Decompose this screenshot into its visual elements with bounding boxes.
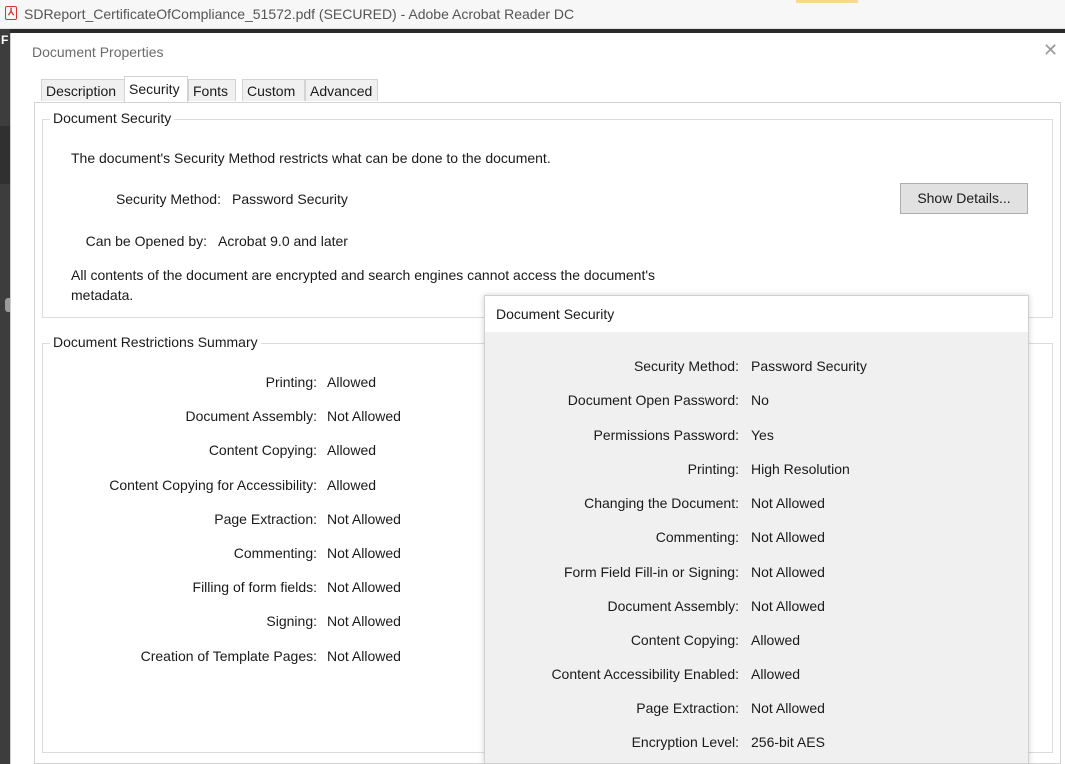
popup-row-value: Password Security bbox=[751, 358, 867, 374]
restriction-label: Page Extraction: bbox=[214, 511, 317, 527]
security-intro-text: The document's Security Method restricts… bbox=[71, 150, 551, 166]
restriction-label: Creation of Template Pages: bbox=[140, 648, 317, 664]
popup-row-value: Not Allowed bbox=[751, 529, 825, 545]
tab-description[interactable]: Description bbox=[41, 79, 127, 101]
security-method-label: Security Method: bbox=[115, 191, 221, 207]
close-icon[interactable]: ✕ bbox=[1043, 40, 1058, 61]
app-title: SDReport_CertificateOfCompliance_51572.p… bbox=[24, 6, 575, 22]
popup-row-label: Printing: bbox=[687, 461, 739, 477]
restriction-label: Content Copying: bbox=[208, 442, 317, 458]
document-security-legend: Document Security bbox=[50, 110, 175, 126]
restriction-label: Commenting: bbox=[233, 545, 317, 561]
restriction-label: Printing: bbox=[265, 374, 317, 390]
title-accent bbox=[796, 0, 858, 3]
dialog-title: Document Properties bbox=[32, 44, 164, 60]
menu-letter: F bbox=[1, 33, 9, 47]
popup-row-value: Allowed bbox=[751, 632, 801, 648]
popup-title: Document Security bbox=[496, 306, 615, 322]
opened-by-label: Can be Opened by: bbox=[85, 233, 207, 249]
popup-row-label: Page Extraction: bbox=[636, 700, 739, 716]
app-title-bar: ⅄ SDReport_CertificateOfCompliance_51572… bbox=[0, 0, 1065, 29]
popup-header: Document Security bbox=[485, 296, 1028, 332]
app-left-strip: F bbox=[0, 29, 10, 764]
encryption-note-line2: metadata. bbox=[71, 287, 134, 303]
restriction-value: Not Allowed bbox=[327, 648, 401, 664]
document-security-popup: Document Security Security Method: Passw… bbox=[484, 295, 1029, 764]
restriction-label: Content Copying for Accessibility: bbox=[109, 477, 317, 493]
popup-row-value: Not Allowed bbox=[751, 495, 825, 511]
restriction-label: Signing: bbox=[266, 613, 317, 629]
encryption-note-line1: All contents of the document are encrypt… bbox=[71, 267, 656, 283]
restriction-value: Allowed bbox=[327, 477, 377, 493]
restriction-value: Not Allowed bbox=[327, 545, 401, 561]
tab-security[interactable]: Security bbox=[124, 76, 188, 102]
popup-row-label: Commenting: bbox=[655, 529, 739, 545]
popup-row-label: Document Open Password: bbox=[567, 392, 739, 408]
popup-row-label: Encryption Level: bbox=[631, 734, 739, 750]
restriction-label: Filling of form fields: bbox=[192, 579, 317, 595]
opened-by-value: Acrobat 9.0 and later bbox=[218, 233, 348, 249]
restriction-value: Not Allowed bbox=[327, 408, 401, 424]
restriction-value: Not Allowed bbox=[327, 613, 401, 629]
restriction-value: Not Allowed bbox=[327, 511, 401, 527]
popup-row-value: No bbox=[751, 392, 769, 408]
restriction-value: Allowed bbox=[327, 442, 377, 458]
popup-row-label: Permissions Password: bbox=[593, 427, 740, 443]
pdf-icon: ⅄ bbox=[5, 6, 17, 20]
popup-row-label: Content Accessibility Enabled: bbox=[551, 666, 739, 682]
document-security-group: Document Security The document's Securit… bbox=[42, 110, 1053, 318]
app-strip-panel bbox=[0, 126, 10, 184]
popup-row-value: Not Allowed bbox=[751, 598, 825, 614]
popup-row-value: High Resolution bbox=[751, 461, 850, 477]
popup-row-label: Document Assembly: bbox=[607, 598, 740, 614]
tab-fonts[interactable]: Fonts bbox=[188, 79, 236, 101]
restriction-value: Allowed bbox=[327, 374, 377, 390]
tab-advanced[interactable]: Advanced bbox=[305, 79, 378, 101]
popup-row-value: Yes bbox=[751, 427, 774, 443]
popup-row-label: Form Field Fill-in or Signing: bbox=[563, 564, 739, 580]
tab-custom[interactable]: Custom bbox=[242, 79, 305, 101]
popup-row-label: Content Copying: bbox=[630, 632, 739, 648]
popup-row-value: 256-bit AES bbox=[751, 734, 825, 750]
popup-row-label: Changing the Document: bbox=[584, 495, 739, 511]
popup-row-value: Not Allowed bbox=[751, 564, 825, 580]
show-details-button[interactable]: Show Details... bbox=[900, 183, 1028, 214]
popup-row-value: Not Allowed bbox=[751, 700, 825, 716]
popup-row-label: Security Method: bbox=[633, 358, 739, 374]
restriction-value: Not Allowed bbox=[327, 579, 401, 595]
restriction-label: Document Assembly: bbox=[185, 408, 318, 424]
security-method-value: Password Security bbox=[232, 191, 348, 207]
popup-row-value: Allowed bbox=[751, 666, 801, 682]
restrictions-legend: Document Restrictions Summary bbox=[50, 334, 261, 350]
